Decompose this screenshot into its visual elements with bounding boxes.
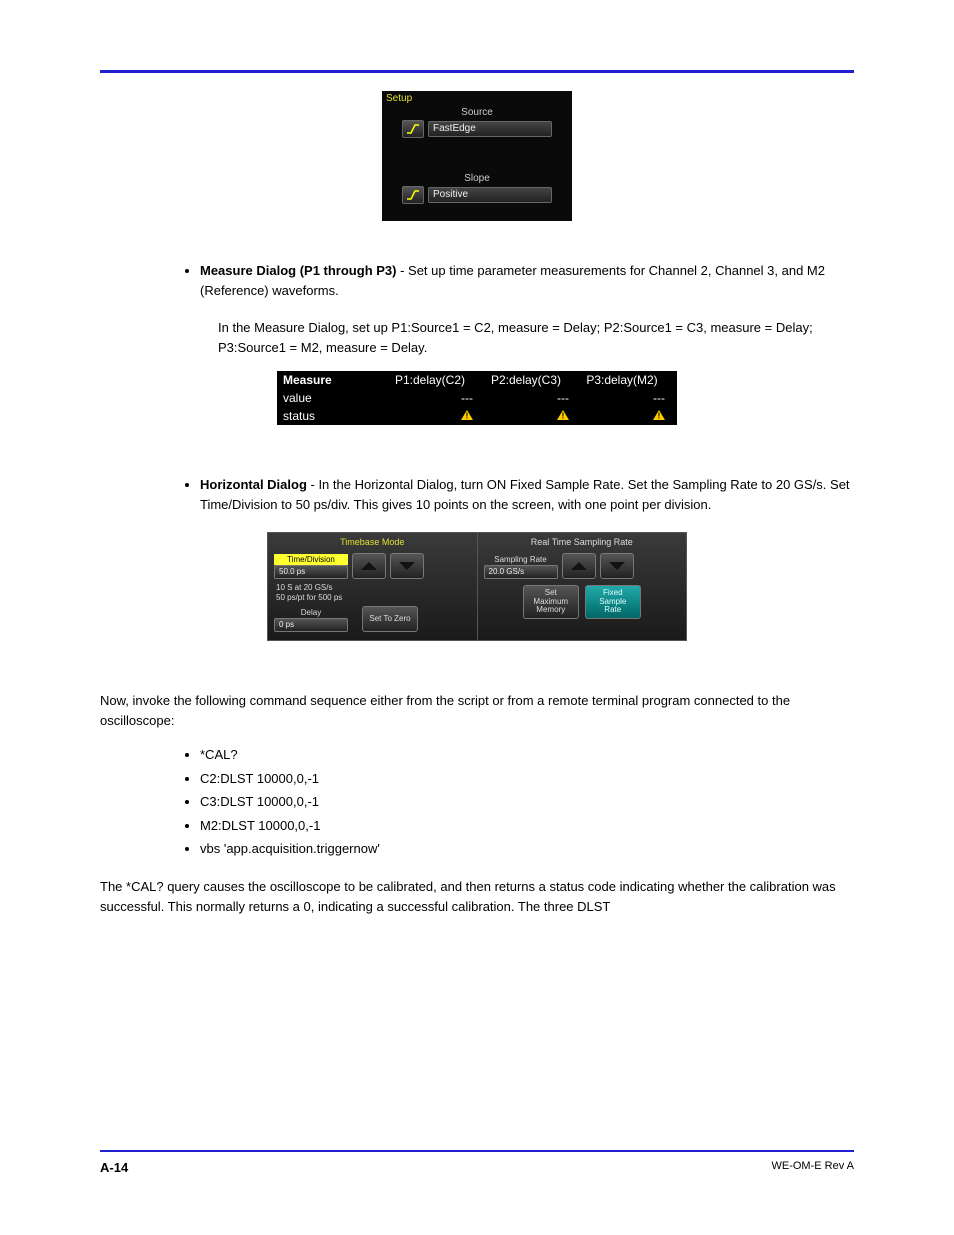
setup-title: Setup bbox=[386, 93, 412, 104]
bullet1-detail: In the Measure Dialog, set up P1:Source1… bbox=[218, 318, 854, 357]
sampling-rate-value[interactable]: 20.0 GS/s bbox=[484, 565, 558, 579]
cmd-cal: *CAL? bbox=[200, 745, 854, 765]
time-div-up-button[interactable] bbox=[352, 553, 386, 579]
measure-h1: P1:delay(C2) bbox=[387, 373, 483, 387]
cmd-c2: C2:DLST 10000,0,-1 bbox=[200, 769, 854, 789]
time-division-label: Time/Division bbox=[274, 554, 348, 565]
header-rule bbox=[100, 70, 854, 73]
measure-h2: P2:delay(C3) bbox=[483, 373, 579, 387]
delay-label: Delay bbox=[274, 607, 348, 618]
measure-value-p1: --- bbox=[387, 391, 483, 405]
measure-status-p1 bbox=[387, 409, 483, 423]
arrow-up-icon bbox=[361, 562, 377, 570]
slope-label: Slope bbox=[402, 173, 552, 184]
measure-status-label: status bbox=[277, 409, 387, 423]
cmd-vbs: vbs 'app.acquisition.triggernow' bbox=[200, 839, 854, 859]
set-to-zero-button[interactable]: Set To Zero bbox=[362, 606, 418, 632]
warning-icon bbox=[653, 410, 665, 420]
setup-panel: Setup Source FastEdge Slope Positive bbox=[382, 91, 572, 221]
arrow-down-icon bbox=[399, 562, 415, 570]
set-max-memory-button[interactable]: Set Maximum Memory bbox=[523, 585, 579, 619]
measure-value-p2: --- bbox=[483, 391, 579, 405]
delay-value[interactable]: 0 ps bbox=[274, 618, 348, 632]
measure-value-label: value bbox=[277, 391, 387, 405]
slope-positive-icon[interactable] bbox=[402, 186, 424, 204]
para-after-cmds: The *CAL? query causes the oscilloscope … bbox=[100, 877, 854, 917]
sampling-rate-label: Sampling Rate bbox=[484, 554, 558, 565]
sampling-rate-title: Real Time Sampling Rate bbox=[484, 537, 681, 547]
measure-panel: Measure P1:delay(C2) P2:delay(C3) P3:del… bbox=[277, 371, 677, 425]
cmd-c3: C3:DLST 10000,0,-1 bbox=[200, 792, 854, 812]
edge-rise-icon[interactable] bbox=[402, 120, 424, 138]
timebase-info-line1: 10 S at 20 GS/s bbox=[276, 583, 471, 593]
source-label: Source bbox=[402, 107, 552, 118]
bullet2-lead: Horizontal Dialog bbox=[200, 477, 311, 492]
fixed-sample-rate-button[interactable]: Fixed Sample Rate bbox=[585, 585, 641, 619]
sampling-rate-down-button[interactable] bbox=[600, 553, 634, 579]
slope-value[interactable]: Positive bbox=[428, 187, 552, 203]
measure-status-p3 bbox=[579, 409, 675, 423]
time-div-down-button[interactable] bbox=[390, 553, 424, 579]
warning-icon bbox=[461, 410, 473, 420]
source-value[interactable]: FastEdge bbox=[428, 121, 552, 137]
time-division-value[interactable]: 50.0 ps bbox=[274, 565, 348, 579]
arrow-up-icon bbox=[571, 562, 587, 570]
bullet1-lead: Measure Dialog (P1 through P3) bbox=[200, 263, 400, 278]
measure-h3: P3:delay(M2) bbox=[579, 373, 675, 387]
sampling-rate-up-button[interactable] bbox=[562, 553, 596, 579]
footer-rule bbox=[100, 1150, 854, 1152]
footer: A-14 WE-OM-E Rev A bbox=[100, 1120, 854, 1175]
measure-status-p2 bbox=[483, 409, 579, 423]
sequence-intro: Now, invoke the following command sequen… bbox=[100, 691, 854, 731]
warning-icon bbox=[557, 410, 569, 420]
timebase-info: 10 S at 20 GS/s 50 ps/pt for 500 ps bbox=[276, 583, 471, 602]
measure-value-p3: --- bbox=[579, 391, 675, 405]
page-number: A-14 bbox=[100, 1160, 128, 1175]
timebase-info-line2: 50 ps/pt for 500 ps bbox=[276, 593, 471, 603]
bullet-measure-dialog: Measure Dialog (P1 through P3) - Set up … bbox=[200, 261, 854, 300]
bullet-horizontal-dialog: Horizontal Dialog - In the Horizontal Di… bbox=[200, 475, 854, 514]
measure-h0: Measure bbox=[277, 373, 387, 387]
cmd-m2: M2:DLST 10000,0,-1 bbox=[200, 816, 854, 836]
timebase-mode-title: Timebase Mode bbox=[274, 537, 471, 547]
doc-id: WE-OM-E Rev A bbox=[771, 1160, 854, 1175]
arrow-down-icon bbox=[609, 562, 625, 570]
timebase-panel: Timebase Mode Time/Division 50.0 ps 10 S… bbox=[267, 532, 687, 641]
